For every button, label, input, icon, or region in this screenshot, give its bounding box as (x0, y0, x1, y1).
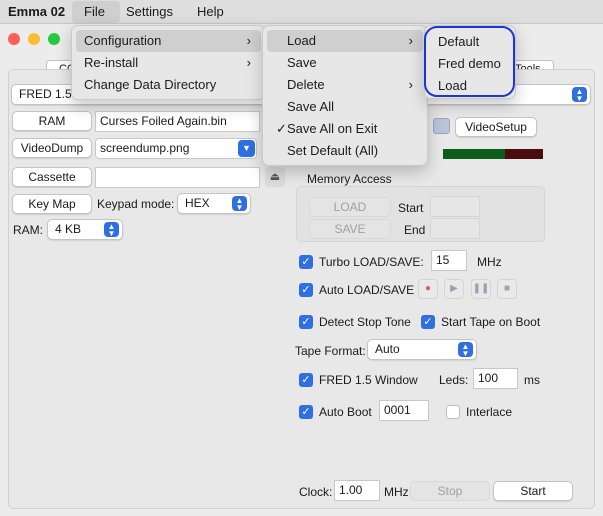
leds-ms-field[interactable]: 100 (473, 368, 518, 389)
menu-item-load-label: Load (287, 33, 316, 48)
clock-mhz-field[interactable]: 1.00 (334, 480, 380, 501)
menubar-settings[interactable]: Settings (118, 0, 181, 24)
close-window-button[interactable] (8, 33, 20, 45)
start-tape-on-boot-checkbox[interactable]: ✓ (421, 315, 435, 329)
interlace-checkbox[interactable] (446, 405, 460, 419)
chevron-right-icon: › (408, 33, 413, 48)
menu-item-configuration[interactable]: Configuration › (76, 30, 261, 52)
fred-window-label: FRED 1.5 Window (319, 373, 418, 387)
highlight-outline (424, 26, 515, 97)
memory-access-title: Memory Access (307, 172, 392, 186)
auto-boot-address-field[interactable]: 0001 (379, 400, 429, 421)
menu-item-save-all[interactable]: Save All (267, 96, 423, 118)
chevron-down-icon[interactable]: ▼ (238, 140, 255, 157)
auto-load-save-checkbox[interactable]: ✓ (299, 283, 313, 297)
menubar-file[interactable]: File (72, 1, 120, 23)
leds-unit-label: ms (524, 373, 540, 387)
leds-label: Leds: (439, 373, 469, 387)
key-map-button[interactable]: Key Map (12, 194, 92, 214)
start-button[interactable]: Start (493, 481, 573, 501)
menu-item-set-default-all[interactable]: Set Default (All) (267, 140, 423, 162)
auto-boot-label: Auto Boot (319, 405, 372, 419)
ram-button[interactable]: RAM (12, 111, 92, 131)
memory-start-field[interactable] (430, 196, 480, 217)
memory-end-field[interactable] (430, 218, 480, 239)
menu-bar: Emma 02 File Settings Help (0, 0, 603, 24)
menu-item-change-data-directory[interactable]: Change Data Directory (76, 74, 261, 96)
menu-item-save-all-on-exit-label: Save All on Exit (287, 121, 378, 136)
menu-item-delete-label: Delete (287, 77, 325, 92)
play-icon[interactable]: ▶ (444, 279, 464, 299)
keypad-mode-label: Keypad mode: (97, 197, 175, 211)
turbo-mhz-field[interactable]: 15 (431, 250, 467, 271)
chevron-updown-icon: ▲ ▼ (572, 87, 587, 103)
led-red-indicator (505, 149, 543, 159)
ram-size-label: RAM: (13, 223, 43, 237)
video-setup-button[interactable]: VideoSetup (455, 117, 537, 137)
chevron-right-icon: › (408, 77, 413, 92)
keypad-mode-select[interactable]: HEX ▲ ▼ (177, 193, 251, 214)
tape-format-select[interactable]: Auto ▲ ▼ (367, 339, 477, 360)
turbo-checkbox[interactable]: ✓ (299, 255, 313, 269)
cassette-button[interactable]: Cassette (12, 167, 92, 187)
detect-stop-tone-checkbox[interactable]: ✓ (299, 315, 313, 329)
file-menu: Configuration › Re-install › Change Data… (71, 25, 266, 100)
clock-label: Clock: (299, 485, 333, 499)
cassette-file-field[interactable] (95, 167, 260, 188)
computer-select-value: FRED 1.5 (19, 87, 72, 101)
videodump-button[interactable]: VideoDump (12, 138, 92, 158)
turbo-unit-label: MHz (477, 255, 502, 269)
interlace-label: Interlace (466, 405, 513, 419)
ram-size-value: 4 KB (55, 222, 82, 236)
zoom-window-button[interactable] (48, 33, 60, 45)
pause-icon[interactable]: ❚❚ (471, 279, 491, 299)
menu-item-reinstall[interactable]: Re-install › (76, 52, 261, 74)
tape-format-label: Tape Format: (295, 344, 366, 358)
menu-item-configuration-label: Configuration (84, 33, 162, 48)
chevron-right-icon: › (246, 33, 251, 48)
detect-stop-tone-label: Detect Stop Tone (319, 315, 411, 329)
memory-load-button[interactable]: LOAD (309, 197, 391, 217)
configuration-submenu: Load › Save Delete › Save All ✓ Save All… (262, 25, 428, 166)
eject-icon[interactable]: ⏏ (265, 167, 285, 187)
memory-save-button[interactable]: SAVE (309, 219, 391, 239)
menu-item-save[interactable]: Save (267, 52, 423, 74)
stop-icon[interactable]: ■ (497, 279, 517, 299)
menu-item-delete[interactable]: Delete › (267, 74, 423, 96)
menu-item-save-all-on-exit[interactable]: ✓ Save All on Exit (267, 118, 423, 140)
chevron-updown-icon: ▲ ▼ (232, 196, 247, 212)
menubar-help[interactable]: Help (189, 0, 232, 24)
keypad-mode-value: HEX (185, 196, 210, 210)
chevron-right-icon: › (246, 55, 251, 70)
auto-load-save-label: Auto LOAD/SAVE (319, 283, 415, 297)
turbo-label: Turbo LOAD/SAVE: (319, 255, 424, 269)
chevron-updown-icon: ▲ ▼ (104, 222, 119, 238)
record-icon[interactable]: ● (418, 279, 438, 299)
chevron-updown-icon: ▲ ▼ (458, 342, 473, 358)
start-tape-on-boot-label: Start Tape on Boot (441, 315, 541, 329)
led-green-indicator (443, 149, 505, 159)
checkmark-icon: ✓ (276, 121, 287, 136)
menu-item-reinstall-label: Re-install (84, 55, 139, 70)
auto-boot-checkbox[interactable]: ✓ (299, 405, 313, 419)
stop-button[interactable]: Stop (410, 481, 490, 501)
memory-start-label: Start (398, 201, 424, 215)
minimize-window-button[interactable] (28, 33, 40, 45)
videodump-file-combo[interactable]: screendump.png (95, 138, 257, 159)
ram-file-field[interactable]: Curses Foiled Again.bin (95, 111, 260, 132)
fred-window-checkbox[interactable]: ✓ (299, 373, 313, 387)
menubar-app-name[interactable]: Emma 02 (0, 0, 73, 24)
clock-unit-label: MHz (384, 485, 409, 499)
videodump-file-value: screendump.png (100, 141, 190, 155)
color-swatch-icon[interactable] (433, 118, 450, 134)
ram-size-select[interactable]: 4 KB ▲ ▼ (47, 219, 123, 240)
menu-item-load[interactable]: Load › (267, 30, 423, 52)
memory-end-label: End (404, 223, 426, 237)
tape-format-value: Auto (375, 342, 400, 356)
